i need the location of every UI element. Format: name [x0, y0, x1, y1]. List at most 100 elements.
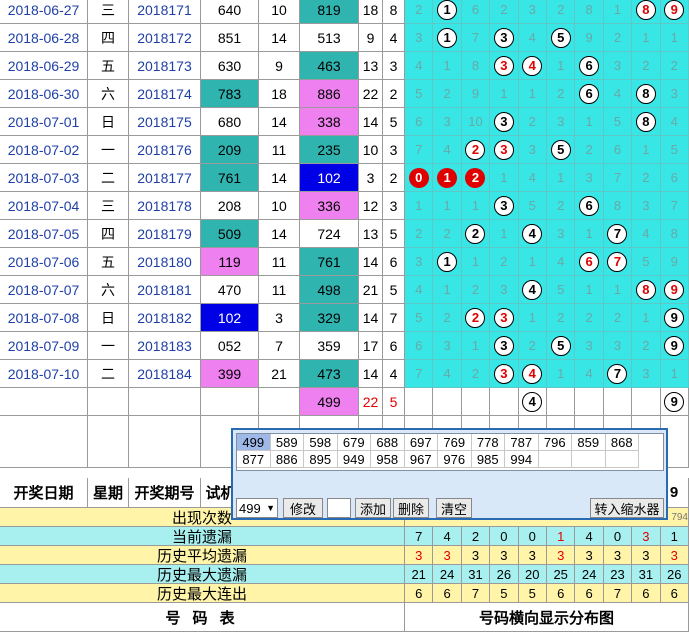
stat-value: 26	[660, 565, 689, 584]
draw-ball: 8	[635, 0, 656, 20]
footer-distribution-chart: 号码横向显示分布图	[405, 603, 689, 632]
miss-count: 10	[468, 114, 483, 129]
cell-result-sum: 13	[359, 220, 383, 248]
dist-cell: 7	[603, 360, 633, 388]
dist-cell: 3	[632, 360, 661, 388]
dist-cell: 2	[547, 192, 576, 220]
cell-empty	[259, 388, 300, 416]
popup-number-cell[interactable]: 985	[471, 451, 505, 468]
popup-number-cell[interactable]: 697	[404, 434, 438, 451]
dist-cell: 1	[518, 248, 547, 276]
miss-count: 4	[528, 30, 536, 45]
popup-number-cell[interactable]	[572, 451, 606, 468]
miss-count: 2	[443, 310, 451, 325]
delete-button[interactable]: 删除	[393, 498, 429, 518]
popup-number-cell[interactable]: 895	[304, 451, 338, 468]
header-draw-date: 开奖日期	[0, 478, 88, 508]
popup-number-cell[interactable]: 967	[404, 451, 438, 468]
popup-number-cell[interactable]: 769	[438, 434, 472, 451]
cell-span: 4	[383, 360, 405, 388]
cell-sum: 18	[259, 80, 300, 108]
popup-number-cell[interactable]: 589	[270, 434, 304, 451]
cell-weekday: 一	[88, 332, 129, 360]
popup-number-cell[interactable]: 886	[270, 451, 304, 468]
cell-result-sum: 22	[359, 80, 383, 108]
transfer-to-filter-button[interactable]: 转入缩水器	[590, 498, 664, 518]
cell-result-number: 329	[300, 304, 359, 332]
cell-result-number: 886	[300, 80, 359, 108]
cell-trial-number: 640	[201, 0, 259, 24]
popup-number-cell[interactable]: 688	[371, 434, 405, 451]
popup-number-cell[interactable]: 796	[538, 434, 572, 451]
dist-cell	[547, 388, 576, 416]
dist-cell: 2	[405, 220, 434, 248]
number-input[interactable]	[327, 498, 351, 518]
miss-count: 2	[670, 58, 678, 73]
popup-number-cell[interactable]: 499	[237, 434, 271, 451]
clear-button[interactable]: 清空	[436, 498, 472, 518]
popup-number-cell[interactable]: 679	[337, 434, 371, 451]
cell-next-sum: 22	[359, 388, 383, 416]
dist-cell: 8	[575, 0, 604, 24]
stat-label: 历史最大连出	[0, 584, 405, 603]
miss-count: 4	[585, 366, 593, 381]
popup-number-cell[interactable]	[538, 451, 572, 468]
cell-issue: 2018184	[129, 360, 201, 388]
dist-cell: 3	[433, 108, 462, 136]
dist-cell: 4	[518, 388, 547, 416]
dist-cell: 1	[461, 192, 491, 220]
cell-span: 5	[383, 108, 405, 136]
popup-number-cell[interactable]: 877	[237, 451, 271, 468]
dist-cell: 3	[603, 332, 633, 360]
dist-cell: 6	[575, 248, 604, 276]
cell-sum: 10	[259, 192, 300, 220]
dist-cell: 0	[405, 164, 434, 192]
draw-ball: 8	[635, 279, 656, 300]
dist-cell: 1	[603, 0, 633, 24]
popup-number-cell[interactable]: 598	[304, 434, 338, 451]
draw-ball: 3	[493, 195, 514, 216]
cell-span: 2	[383, 164, 405, 192]
dist-cell: 2	[575, 136, 604, 164]
popup-number-cell[interactable]: 976	[438, 451, 472, 468]
cell-trial-number: 102	[201, 304, 259, 332]
number-select[interactable]: 499 ▼	[236, 498, 278, 518]
popup-number-grid: 499 589 598 679 688 697 769 778 787 796 859 868 877 8…	[236, 433, 664, 471]
cell-result-sum: 14	[359, 304, 383, 332]
cell-result-sum: 12	[359, 192, 383, 220]
miss-count: 6	[613, 142, 622, 157]
cell-weekday: 二	[88, 164, 129, 192]
draw-ball: 2	[465, 167, 486, 188]
dist-cell: 3	[575, 164, 604, 192]
miss-count: 2	[471, 366, 480, 381]
popup-number-cell[interactable]: 778	[471, 434, 505, 451]
popup-number-cell[interactable]	[605, 451, 639, 468]
miss-count: 6	[670, 170, 678, 185]
popup-number-cell[interactable]: 787	[505, 434, 539, 451]
dist-cell: 9	[575, 24, 604, 52]
dist-cell: 3	[490, 192, 519, 220]
dist-cell: 2	[603, 304, 633, 332]
popup-number-cell[interactable]: 949	[337, 451, 371, 468]
draw-ball: 9	[664, 279, 685, 300]
dist-cell: 6	[461, 0, 491, 24]
miss-count: 1	[415, 198, 423, 213]
miss-count: 1	[443, 58, 451, 73]
popup-number-cell[interactable]: 868	[605, 434, 639, 451]
draw-ball: 8	[635, 83, 656, 104]
stat-value: 4	[575, 527, 604, 546]
cell-issue: 2018182	[129, 304, 201, 332]
popup-number-cell[interactable]: 994	[505, 451, 539, 468]
cell-result-number: 761	[300, 248, 359, 276]
cell-empty	[129, 416, 201, 468]
edit-button[interactable]: 修改	[283, 498, 323, 518]
add-button[interactable]: 添加	[355, 498, 391, 518]
popup-number-cell[interactable]: 958	[371, 451, 405, 468]
dist-cell	[405, 388, 434, 416]
dist-cell: 2	[547, 304, 576, 332]
dist-cell: 10	[461, 108, 491, 136]
cell-empty	[129, 388, 201, 416]
popup-number-cell[interactable]: 859	[572, 434, 606, 451]
number-popup-panel: 499 589 598 679 688 697 769 778 787 796 859 868 877 8…	[231, 428, 668, 520]
miss-count: 5	[528, 198, 536, 213]
